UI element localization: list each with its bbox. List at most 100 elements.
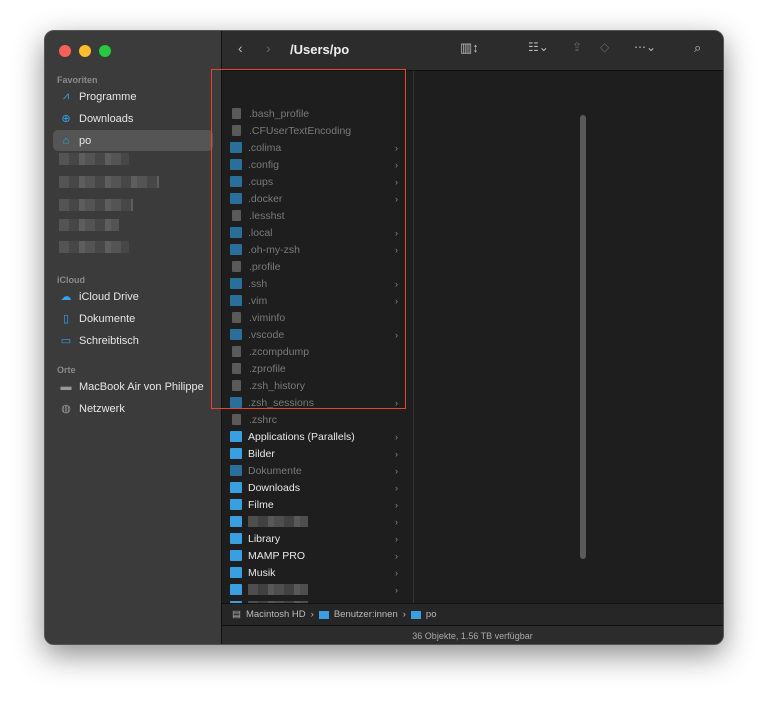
- file-row[interactable]: MAMP PRO ›: [230, 547, 402, 564]
- sidebar: Favoriten ⩘ Programme ⊕ Downloads ⌂ po iCloud ☁ i…: [45, 31, 222, 644]
- file-row[interactable]: Library ›: [230, 530, 402, 547]
- sidebar-item[interactable]: ▯ Dokumente: [53, 308, 213, 329]
- sidebar-section-label: Orte: [57, 365, 76, 375]
- sidebar-item[interactable]: ☁ iCloud Drive: [53, 286, 213, 307]
- file-name: Musik: [248, 566, 276, 579]
- file-icon: [232, 414, 241, 425]
- finder-window: Favoriten ⩘ Programme ⊕ Downloads ⌂ po iCloud ☁ i…: [44, 30, 724, 645]
- folder-icon: [230, 584, 242, 595]
- file-name: Applications (Parallels): [248, 430, 355, 443]
- chevron-right-icon: ›: [395, 533, 398, 544]
- sidebar-item[interactable]: ⊕ Downloads: [53, 108, 213, 129]
- redacted-sidebar-item[interactable]: [59, 153, 129, 165]
- sidebar-item-label: Dokumente: [79, 312, 136, 325]
- more-icon[interactable]: ⋯⌄: [634, 40, 656, 54]
- network-icon: ◍: [61, 403, 71, 415]
- home-icon: ⌂: [62, 134, 70, 147]
- toolbar: ‹ › /Users/po ▥↕ ☷⌄ ⇪ ◇ ⋯⌄ ⌕: [222, 31, 723, 71]
- folder-icon: [230, 499, 242, 510]
- column-view-icon[interactable]: ▥↕: [460, 40, 479, 56]
- folder-icon: [318, 610, 329, 619]
- file-row[interactable]: Dokumente ›: [230, 462, 402, 479]
- minimize-button[interactable]: [79, 45, 91, 57]
- chevron-right-icon: ›: [395, 431, 398, 442]
- redacted-name: [248, 516, 308, 527]
- download-icon: ⊕: [61, 113, 71, 125]
- folder-icon: [230, 482, 242, 493]
- document-icon: ▯: [62, 313, 70, 325]
- file-row[interactable]: Filme ›: [230, 496, 402, 513]
- path-bar: ▤ Macintosh HD › Benutzer:innen › po: [222, 603, 723, 625]
- share-icon[interactable]: ⇪: [572, 40, 582, 54]
- file-row[interactable]: Musik ›: [230, 564, 402, 581]
- chevron-right-icon: ›: [395, 567, 398, 578]
- path-item[interactable]: Benutzer:innen: [334, 609, 398, 620]
- sidebar-item[interactable]: ▬ MacBook Air von Philippe: [53, 376, 213, 397]
- redacted-sidebar-item[interactable]: [59, 241, 129, 253]
- tag-icon[interactable]: ◇: [600, 40, 609, 54]
- redacted-sidebar-item[interactable]: [59, 176, 159, 188]
- path-item[interactable]: Macintosh HD: [246, 609, 306, 620]
- file-row[interactable]: ›: [230, 581, 402, 598]
- file-name: Filme: [248, 498, 274, 511]
- forward-button[interactable]: ›: [266, 40, 271, 56]
- chevron-right-icon: ›: [395, 482, 398, 493]
- scrollbar[interactable]: [580, 115, 586, 559]
- folder-icon: [230, 567, 242, 578]
- disk-icon: ▤: [232, 609, 241, 620]
- group-icon[interactable]: ☷⌄: [528, 40, 549, 54]
- folder-icon: [230, 465, 242, 476]
- folder-icon: [230, 533, 242, 544]
- window-title: /Users/po: [290, 42, 350, 57]
- zoom-button[interactable]: [99, 45, 111, 57]
- chevron-right-icon: ›: [395, 499, 398, 510]
- sidebar-item-label: iCloud Drive: [79, 290, 139, 303]
- desktop-icon: ▭: [60, 335, 72, 347]
- file-name: Dokumente: [248, 464, 302, 477]
- chevron-right-icon: ›: [395, 448, 398, 459]
- chevron-right-icon: ›: [395, 516, 398, 527]
- laptop-icon: ▬: [60, 380, 72, 393]
- file-name: Bilder: [248, 447, 275, 460]
- highlight-box: [211, 69, 406, 409]
- folder-icon: [230, 550, 242, 561]
- folder-icon: [230, 448, 242, 459]
- file-row[interactable]: ›: [230, 513, 402, 530]
- apps-icon: ⩘: [62, 90, 70, 102]
- sidebar-item-label: MacBook Air von Philippe: [79, 380, 204, 393]
- sidebar-section-label: Favoriten: [57, 75, 98, 85]
- file-name: Library: [248, 532, 281, 545]
- close-button[interactable]: [59, 45, 71, 57]
- search-icon[interactable]: ⌕: [694, 40, 701, 56]
- folder-icon: [410, 610, 421, 619]
- folder-icon: [230, 431, 242, 442]
- file-name: Downloads: [248, 481, 300, 494]
- file-name: MAMP PRO: [248, 549, 305, 562]
- cloud-icon: ☁: [60, 291, 72, 303]
- sidebar-section-label: iCloud: [57, 275, 85, 285]
- redacted-sidebar-item[interactable]: [59, 199, 133, 211]
- chevron-right-icon: ›: [395, 584, 398, 595]
- back-button[interactable]: ‹: [238, 40, 243, 56]
- status-bar: 36 Objekte, 1.56 TB verfügbar: [222, 625, 723, 644]
- file-row[interactable]: .zshrc: [230, 411, 402, 428]
- sidebar-item[interactable]: ⌂ po: [53, 130, 213, 151]
- file-row[interactable]: Downloads ›: [230, 479, 402, 496]
- redacted-sidebar-item[interactable]: [59, 219, 119, 231]
- path-item[interactable]: po: [426, 609, 437, 620]
- sidebar-item[interactable]: ⩘ Programme: [53, 86, 213, 107]
- chevron-right-icon: ›: [395, 465, 398, 476]
- file-row[interactable]: Bilder ›: [230, 445, 402, 462]
- folder-icon: [230, 516, 242, 527]
- file-name: .zshrc: [249, 413, 278, 426]
- chevron-right-icon: ›: [395, 550, 398, 561]
- file-row[interactable]: Applications (Parallels) ›: [230, 428, 402, 445]
- window-controls: [59, 45, 111, 57]
- sidebar-item[interactable]: ◍ Netzwerk: [53, 398, 213, 419]
- sidebar-item[interactable]: ▭ Schreibtisch: [53, 330, 213, 351]
- sidebar-item-label: Downloads: [79, 112, 134, 125]
- redacted-name: [248, 584, 308, 595]
- sidebar-item-label: Schreibtisch: [79, 334, 139, 347]
- sidebar-item-label: Programme: [79, 90, 137, 103]
- sidebar-item-label: Netzwerk: [79, 402, 125, 415]
